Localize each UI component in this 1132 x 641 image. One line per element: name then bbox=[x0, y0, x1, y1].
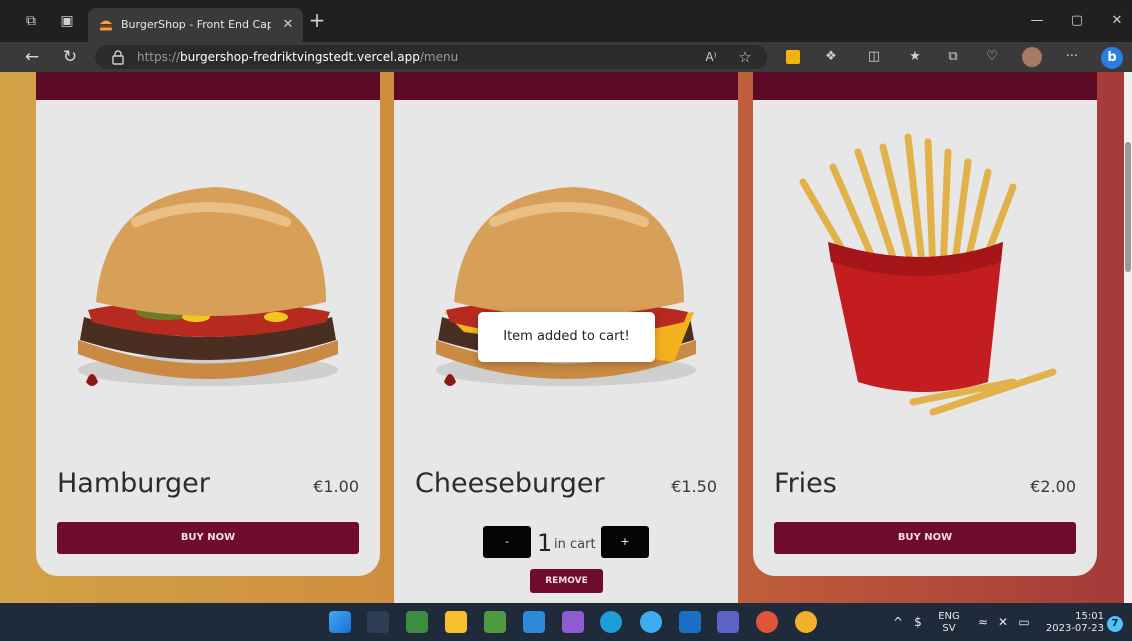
notepad-icon[interactable] bbox=[484, 611, 506, 633]
notifications-badge[interactable]: 7 bbox=[1107, 616, 1123, 632]
url-text: https://burgershop-fredriktvingstedt.ver… bbox=[137, 50, 459, 64]
lock-icon bbox=[112, 50, 124, 65]
vscode-icon[interactable] bbox=[523, 611, 545, 633]
wifi-icon[interactable]: ≈ bbox=[975, 615, 991, 629]
clock[interactable]: 15:01 2023-07-23 bbox=[1040, 611, 1104, 635]
app-icon[interactable] bbox=[367, 611, 389, 633]
card-header-band bbox=[394, 72, 738, 100]
tab-title: BurgerShop - Front End Capstone bbox=[121, 18, 271, 31]
chrome-dev-icon[interactable] bbox=[756, 611, 778, 633]
close-window-icon[interactable]: ✕ bbox=[1102, 10, 1132, 32]
tab-actions-icon[interactable]: ▣ bbox=[58, 12, 76, 30]
burger-favicon-icon bbox=[100, 20, 112, 31]
buy-now-button[interactable]: BUY NOW bbox=[57, 522, 359, 554]
item-price: €2.00 bbox=[1030, 477, 1076, 496]
chrome-icon[interactable] bbox=[795, 611, 817, 633]
item-name: Hamburger bbox=[57, 468, 210, 499]
favorite-star-icon[interactable]: ☆ bbox=[735, 48, 755, 66]
buy-now-button[interactable]: BUY NOW bbox=[774, 522, 1076, 554]
app-globe-icon[interactable] bbox=[640, 611, 662, 633]
favorites-icon[interactable]: ★ bbox=[905, 47, 925, 67]
remove-button[interactable]: REMOVE bbox=[530, 569, 603, 593]
card-header-band bbox=[753, 72, 1097, 100]
page-scrollbar[interactable] bbox=[1124, 72, 1132, 603]
cheeseburger-image bbox=[436, 187, 696, 386]
close-tab-icon[interactable]: ✕ bbox=[280, 16, 296, 34]
increase-quantity-button[interactable]: + bbox=[601, 526, 649, 558]
scrollbar-thumb[interactable] bbox=[1125, 142, 1131, 272]
cart-quantity-label: in cart bbox=[554, 537, 596, 552]
volume-muted-icon[interactable]: ✕ bbox=[995, 615, 1011, 629]
fries-image bbox=[799, 133, 1057, 416]
minimize-icon[interactable]: — bbox=[1022, 10, 1052, 32]
hamburger-image bbox=[78, 187, 338, 386]
address-bar[interactable]: https://burgershop-fredriktvingstedt.ver… bbox=[95, 45, 767, 69]
extensions-puzzle-icon[interactable]: ❖ bbox=[821, 47, 841, 67]
browser-title-bar: ⧉ ▣ BurgerShop - Front End Capstone ✕ + … bbox=[0, 0, 1132, 42]
bing-copilot-icon[interactable]: b bbox=[1101, 47, 1123, 69]
menu-card-fries: Fries €2.00 BUY NOW bbox=[753, 72, 1097, 576]
read-aloud-icon[interactable]: A⁾ bbox=[701, 48, 721, 66]
refresh-icon[interactable]: ↻ bbox=[59, 46, 81, 68]
item-name: Fries bbox=[774, 468, 837, 499]
browser-essentials-icon[interactable]: ♡ bbox=[982, 47, 1002, 67]
cart-quantity-control: - 1 in cart + bbox=[394, 526, 738, 560]
extension-icon[interactable] bbox=[783, 47, 803, 67]
show-hidden-icons-icon[interactable]: ^ bbox=[890, 615, 906, 629]
dollar-icon[interactable]: $ bbox=[910, 615, 926, 629]
split-screen-icon[interactable]: ◫ bbox=[864, 47, 884, 67]
maximize-icon[interactable]: ▢ bbox=[1062, 10, 1092, 32]
tab-burgershop[interactable]: BurgerShop - Front End Capstone ✕ bbox=[88, 8, 303, 42]
outlook-icon[interactable] bbox=[679, 611, 701, 633]
more-icon[interactable]: ··· bbox=[1062, 47, 1082, 67]
collections-icon[interactable]: ⧉ bbox=[943, 47, 963, 67]
battery-icon[interactable]: ▭ bbox=[1016, 615, 1032, 629]
new-tab-icon[interactable]: + bbox=[307, 10, 327, 32]
profile-avatar[interactable] bbox=[1022, 47, 1042, 67]
teams-icon[interactable] bbox=[717, 611, 739, 633]
item-price: €1.00 bbox=[313, 477, 359, 496]
workspaces-icon[interactable]: ⧉ bbox=[22, 12, 40, 30]
item-name: Cheeseburger bbox=[415, 468, 605, 499]
item-price: €1.50 bbox=[671, 477, 717, 496]
decrease-quantity-button[interactable]: - bbox=[483, 526, 531, 558]
back-icon[interactable]: ← bbox=[21, 46, 43, 68]
menu-card-hamburger: Hamburger €1.00 BUY NOW bbox=[36, 72, 380, 576]
edge-icon[interactable] bbox=[600, 611, 622, 633]
snipping-tool-icon[interactable] bbox=[406, 611, 428, 633]
address-bar-row: ← ↻ https://burgershop-fredriktvingstedt… bbox=[0, 42, 1132, 72]
start-icon[interactable] bbox=[329, 611, 351, 633]
toast-notification: Item added to cart! bbox=[478, 312, 655, 362]
taskbar: ^ $ ENG SV ≈ ✕ ▭ 15:01 2023-07-23 7 bbox=[0, 603, 1132, 641]
menu-page: Hamburger €1.00 BUY NOW Cheeseburger €1.… bbox=[0, 72, 1124, 603]
visual-studio-icon[interactable] bbox=[562, 611, 584, 633]
language-indicator[interactable]: ENG SV bbox=[934, 611, 964, 635]
cart-quantity: 1 bbox=[537, 529, 553, 557]
file-explorer-icon[interactable] bbox=[445, 611, 467, 633]
card-header-band bbox=[36, 72, 380, 100]
